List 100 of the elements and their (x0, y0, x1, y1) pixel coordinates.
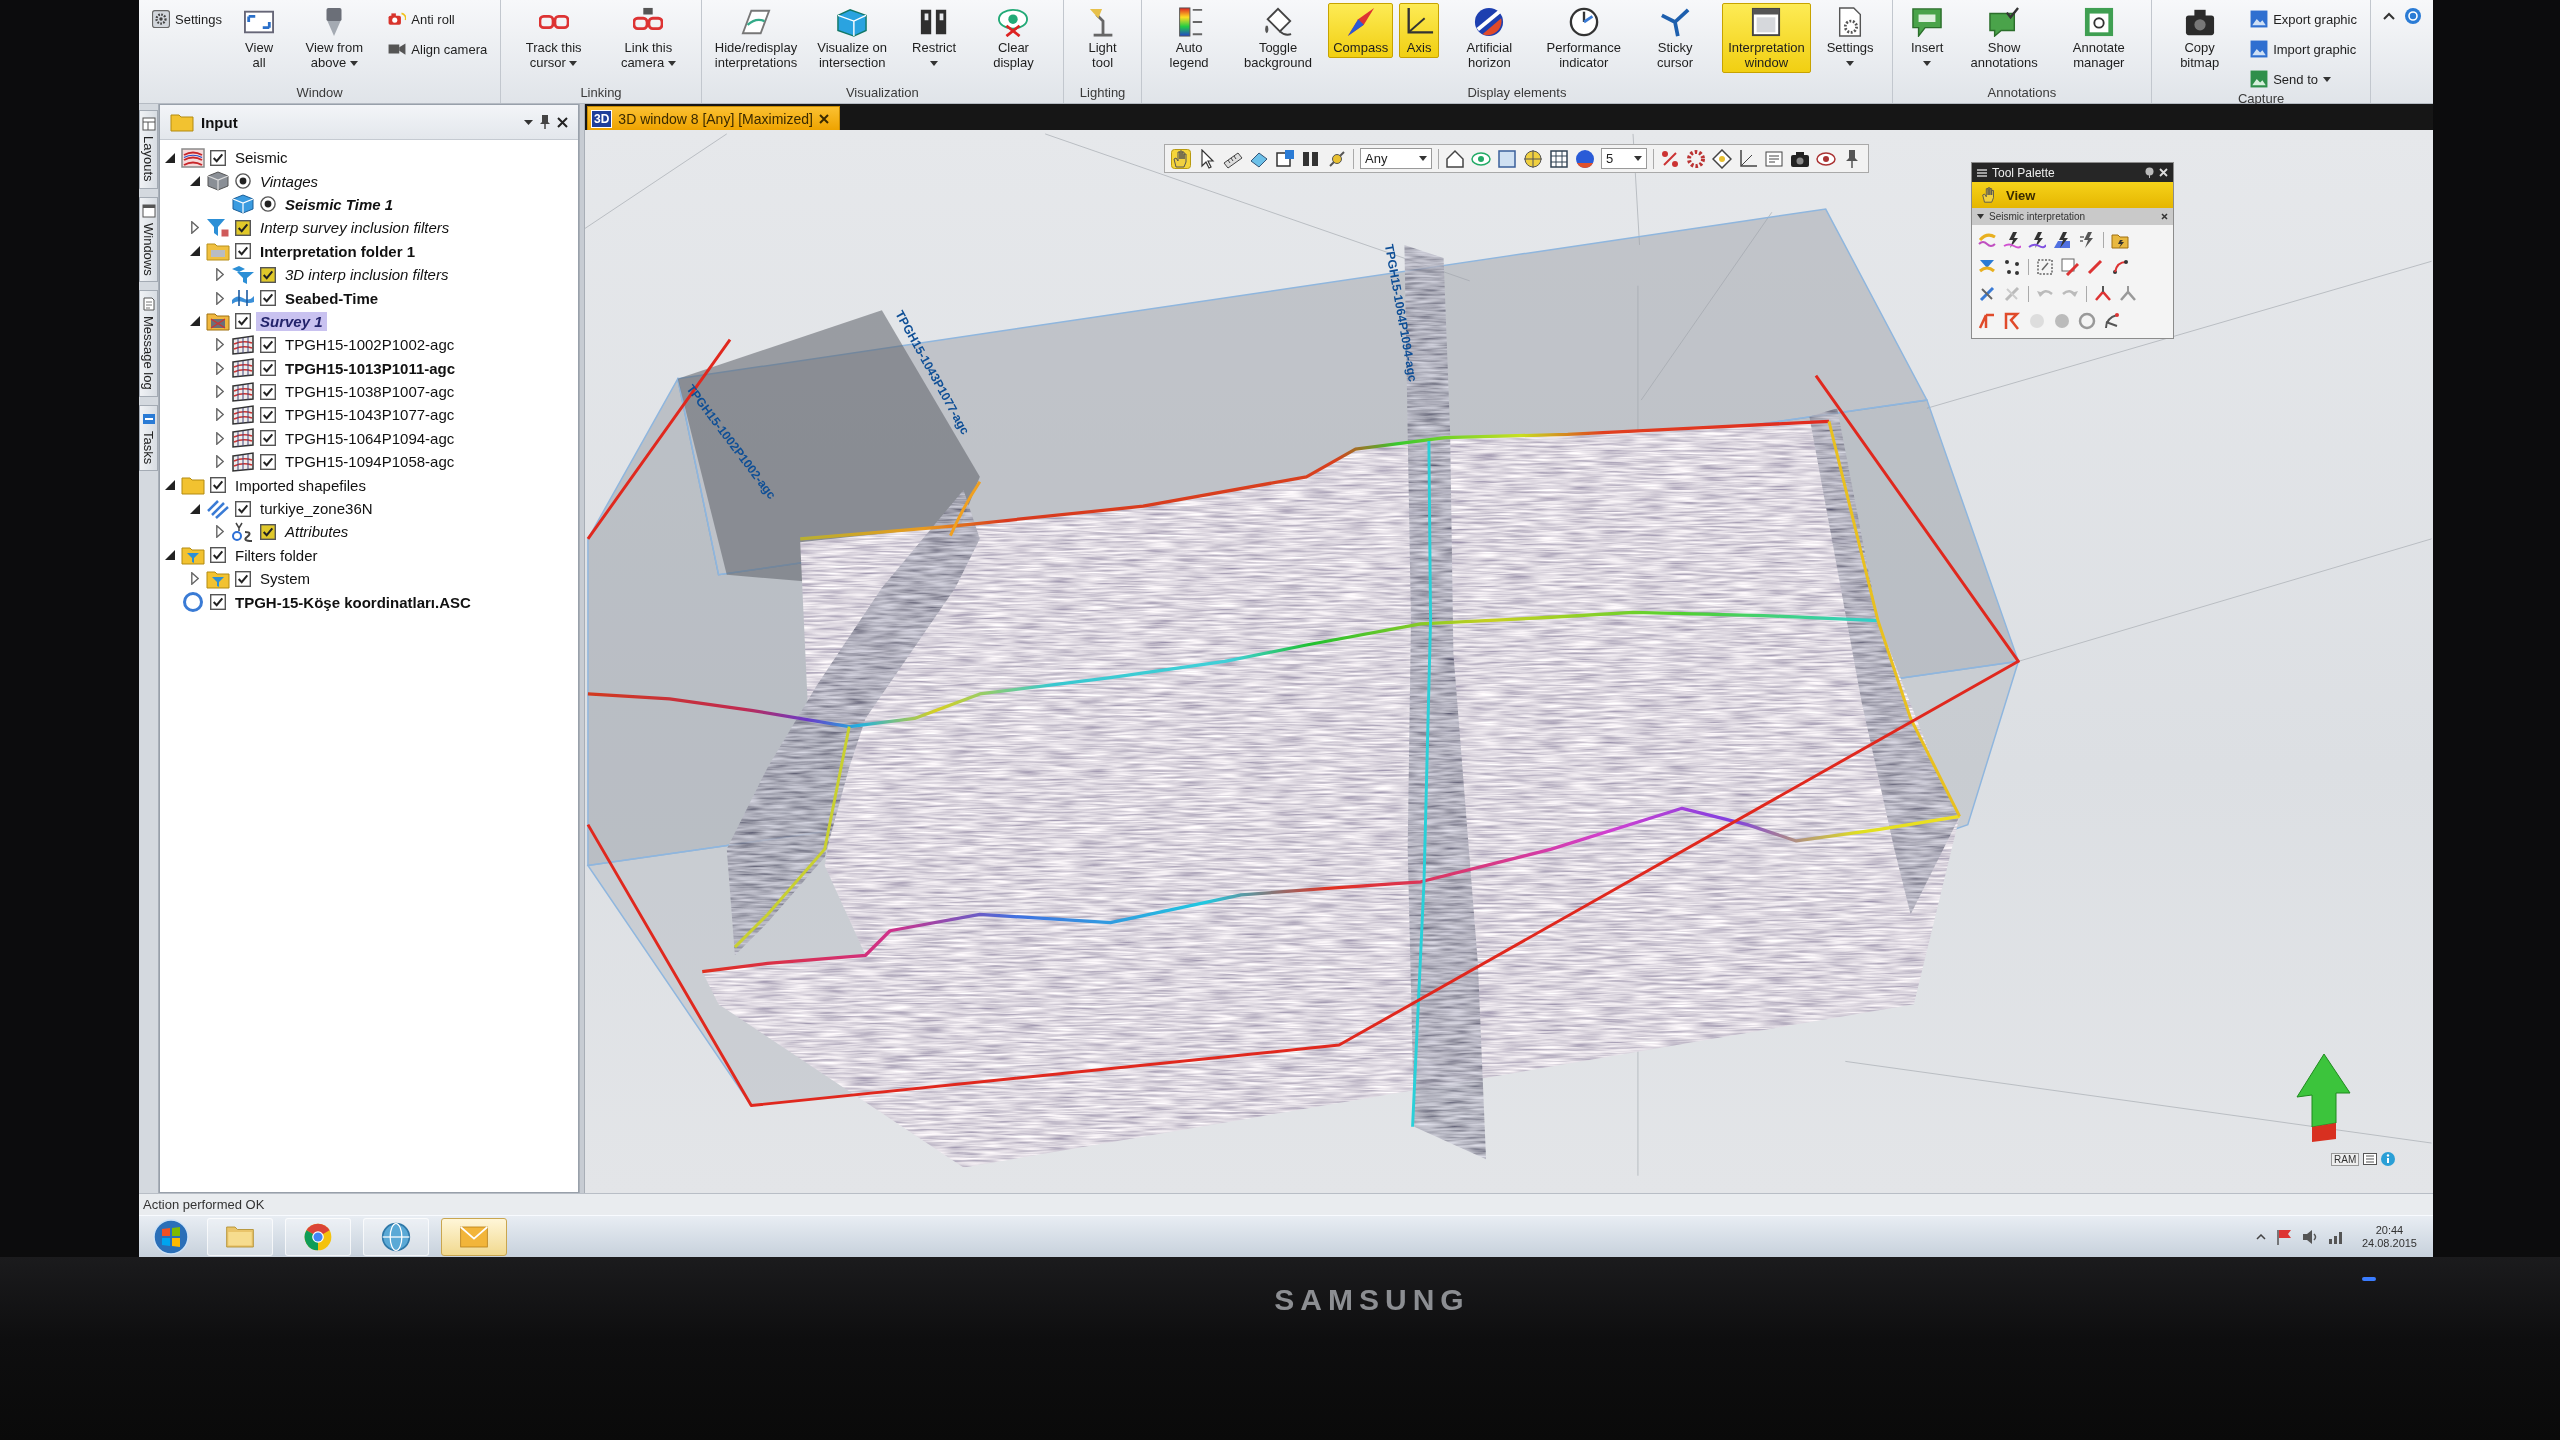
toggle-button[interactable]: Sticky cursor (1633, 3, 1717, 73)
clock[interactable]: 20:44 24.08.2015 (2353, 1223, 2425, 1250)
toggle-button[interactable]: Performance indicator (1539, 3, 1628, 73)
checkbox[interactable] (235, 313, 251, 330)
collapsed-arrow-icon[interactable] (216, 338, 224, 352)
close-icon[interactable] (557, 116, 568, 128)
dots-icon[interactable] (2003, 258, 2021, 276)
tree-item[interactable]: Survey 1 (256, 311, 327, 331)
info-icon[interactable] (2381, 1152, 2396, 1166)
tree-item[interactable]: Interpretation folder 1 (256, 241, 420, 261)
angle-icon[interactable] (1978, 312, 1996, 330)
tree-item[interactable]: Seismic Time 1 (281, 194, 398, 214)
folder-icon[interactable] (2111, 231, 2129, 249)
close-icon[interactable] (818, 113, 829, 124)
angle-icon[interactable] (2003, 312, 2021, 330)
expanded-arrow-icon[interactable] (165, 480, 175, 491)
side-tab[interactable]: Tasks (139, 405, 158, 472)
ribbon-button[interactable]: Annotate manager (2054, 3, 2144, 73)
tree-item[interactable]: TPGH15-1043P1077-agc (281, 405, 459, 425)
ribbon-button[interactable]: Visualize on intersection (808, 3, 897, 73)
ribbon-button[interactable]: Import graphic (2245, 37, 2362, 61)
ribbon-button[interactable]: Show annotations (1959, 3, 2049, 73)
ribbon-button[interactable]: Copy bitmap (2160, 3, 2240, 73)
collapsed-arrow-icon[interactable] (216, 361, 224, 375)
expanded-arrow-icon[interactable] (190, 176, 200, 187)
dot-on-line-icon[interactable] (1327, 148, 1347, 169)
tree-item[interactable]: turkiye_zone36N (256, 499, 377, 519)
toggle-button[interactable]: Artificial horizon (1445, 3, 1534, 73)
tree-item[interactable]: TPGH15-1038P1007-agc (281, 382, 459, 402)
checkbox[interactable] (210, 149, 226, 166)
lightning-icon[interactable] (2028, 231, 2046, 249)
domain-dropdown[interactable]: Any (1360, 148, 1432, 169)
toggle-button[interactable]: Auto legend (1150, 3, 1228, 73)
ribbon-button[interactable]: Hide/redisplay interpretations (709, 3, 803, 73)
toggle-button[interactable]: Interpretation window (1722, 3, 1811, 73)
pin-icon[interactable] (540, 115, 550, 129)
crosshair-icon[interactable] (1523, 148, 1543, 169)
chevron-up-icon[interactable] (2383, 12, 2395, 20)
collapsed-arrow-icon[interactable] (191, 572, 199, 586)
checkbox[interactable] (260, 407, 276, 423)
ribbon-button[interactable]: Track this cursor (509, 3, 598, 73)
tree-item[interactable]: TPGH15-1002P1002-agc (281, 335, 459, 355)
checkbox[interactable] (260, 360, 276, 377)
curve-icon[interactable] (1978, 231, 1996, 249)
caret-icon[interactable] (524, 119, 533, 125)
fork-icon[interactable] (2094, 285, 2112, 303)
expanded-arrow-icon[interactable] (190, 503, 200, 514)
tree-item[interactable]: Vintages (256, 171, 323, 191)
speaker-icon[interactable] (2301, 1229, 2318, 1244)
window-tab[interactable]: 3D 3D window 8 [Any] [Maximized] (587, 106, 840, 130)
expanded-arrow-icon[interactable] (165, 152, 175, 163)
radio-button[interactable] (235, 173, 251, 190)
checkbox[interactable] (235, 500, 251, 517)
ribbon-button[interactable]: View all (233, 3, 286, 73)
curve-points-icon[interactable] (2111, 258, 2129, 276)
palette-subsection[interactable]: Seismic interpretation (1972, 208, 2173, 225)
flag-icon[interactable] (2275, 1228, 2292, 1245)
network-icon[interactable] (2327, 1229, 2344, 1244)
ribbon-button[interactable]: Clear display (972, 3, 1055, 73)
lightning-icon[interactable] (2078, 231, 2096, 249)
collapsed-arrow-icon[interactable] (191, 221, 199, 235)
tree-item[interactable]: TPGH-15-Köşe koordinatları.ASC (231, 592, 475, 612)
hand-icon[interactable] (1171, 148, 1191, 169)
checkbox[interactable] (210, 477, 226, 494)
window-select-icon[interactable] (1275, 148, 1295, 169)
ribbon-button[interactable]: Anti roll (383, 7, 493, 31)
checkbox[interactable] (235, 570, 251, 587)
diamond-icon[interactable] (1712, 148, 1732, 169)
ribbon-button[interactable]: Settings (147, 7, 227, 31)
tree-item[interactable]: Imported shapefiles (231, 475, 370, 495)
collapsed-arrow-icon[interactable] (216, 525, 224, 539)
checkbox[interactable] (260, 383, 276, 400)
ribbon-button[interactable]: View from above (291, 3, 378, 73)
home-icon[interactable] (1445, 148, 1465, 169)
dashed-square-icon[interactable] (2036, 258, 2054, 276)
ribbon-button[interactable]: Settings (1816, 3, 1884, 73)
side-tab[interactable]: Windows (139, 196, 158, 283)
sphere-icon[interactable] (1575, 148, 1595, 169)
chevron-up-icon[interactable] (2255, 1233, 2266, 1240)
tree-item[interactable]: Filters folder (231, 545, 322, 565)
collapsed-arrow-icon[interactable] (216, 385, 224, 399)
checkbox[interactable] (210, 547, 226, 564)
tree-item[interactable]: Seabed-Time (281, 288, 383, 308)
crossed-lines-icon[interactable] (1978, 285, 1996, 303)
side-tab[interactable]: Message log (139, 290, 158, 397)
palette-section[interactable]: View (1972, 182, 2173, 208)
ribbon-button[interactable]: Light tool (1071, 3, 1134, 73)
checkbox[interactable] (260, 523, 276, 540)
checkbox[interactable] (260, 266, 276, 283)
pin-icon[interactable] (2145, 167, 2154, 178)
ring-icon[interactable] (2078, 312, 2096, 330)
checkbox[interactable] (260, 336, 276, 353)
number-dropdown[interactable]: 5 (1601, 148, 1647, 169)
ribbon-button[interactable]: Export graphic (2245, 7, 2362, 31)
tree-item[interactable]: Interp survey inclusion filters (256, 218, 454, 238)
ribbon-button[interactable]: Align camera (383, 37, 493, 61)
checkbox[interactable] (260, 430, 276, 447)
tree-item[interactable]: Seismic (231, 148, 292, 168)
toggle-button[interactable]: Compass (1328, 3, 1394, 58)
checkbox[interactable] (260, 453, 276, 470)
